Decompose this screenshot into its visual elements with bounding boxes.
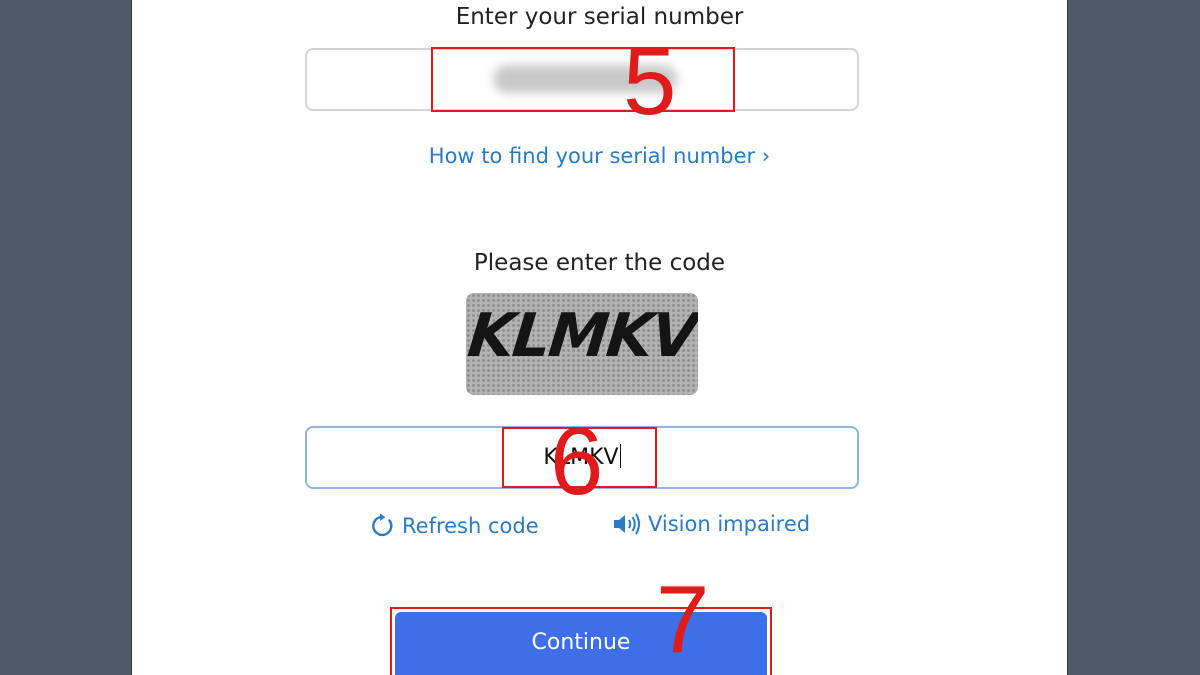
refresh-code-link[interactable]: Refresh code — [370, 512, 539, 543]
speaker-icon — [612, 512, 642, 541]
serial-number-heading: Enter your serial number — [455, 4, 744, 30]
serial-form-panel: Enter your serial number How to find you… — [131, 0, 1068, 675]
refresh-icon — [370, 512, 396, 543]
continue-highlight-box — [390, 607, 772, 675]
serial-highlight-box — [431, 47, 735, 112]
step-number-7: 7 — [656, 566, 710, 673]
captcha-text: KLMKV — [466, 301, 698, 371]
vision-impaired-link[interactable]: Vision impaired — [612, 512, 810, 541]
find-serial-number-link[interactable]: How to find your serial number › — [132, 144, 1067, 168]
captcha-heading: Please enter the code — [473, 250, 726, 276]
step-number-5: 5 — [623, 28, 677, 135]
vision-impaired-label: Vision impaired — [648, 512, 811, 536]
captcha-image: KLMKV — [466, 293, 698, 395]
refresh-code-label: Refresh code — [402, 514, 539, 538]
step-number-6: 6 — [550, 408, 604, 515]
